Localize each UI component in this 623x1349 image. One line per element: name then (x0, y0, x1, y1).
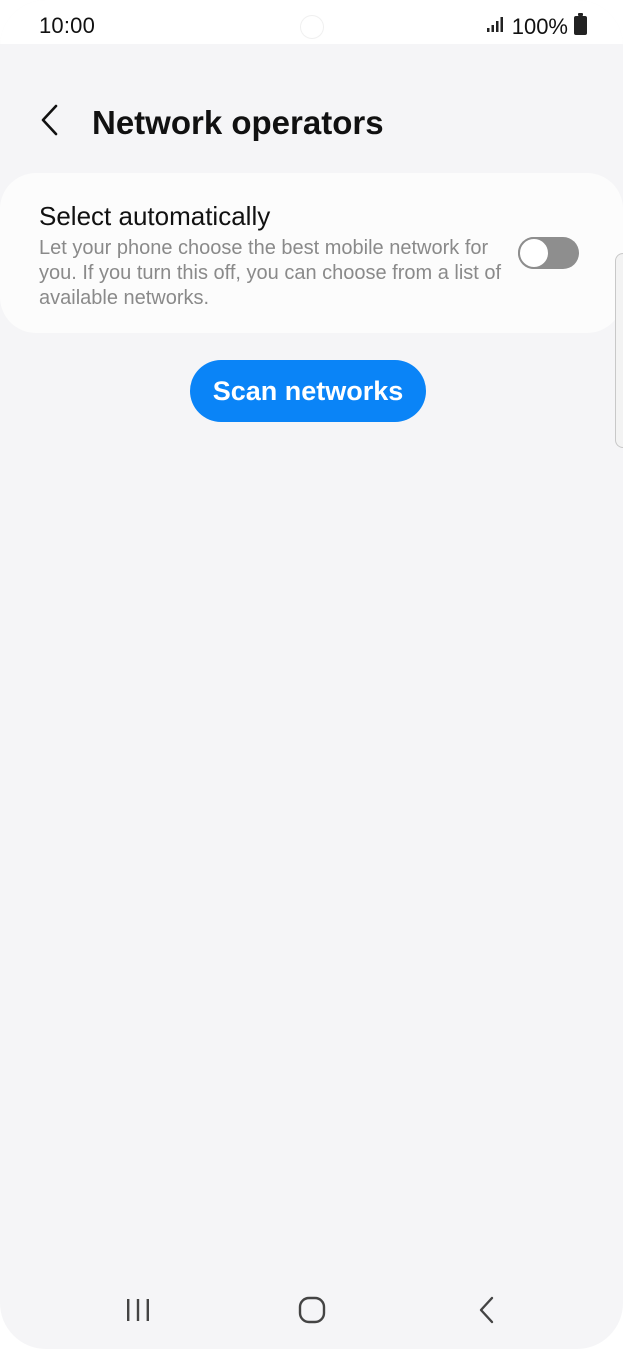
select-automatically-card[interactable]: Select automatically Let your phone choo… (0, 173, 623, 333)
front-camera (301, 16, 323, 38)
page-title: Network operators (92, 104, 384, 141)
select-automatically-toggle[interactable] (518, 237, 579, 269)
select-automatically-description: Let your phone choose the best mobile ne… (39, 237, 502, 309)
home-button[interactable] (290, 1290, 334, 1334)
back-button[interactable] (28, 100, 72, 144)
recent-apps-icon (123, 1297, 153, 1328)
battery-icon (574, 13, 587, 40)
status-time: 10:00 (39, 13, 96, 38)
edge-panel-handle[interactable] (615, 253, 623, 448)
battery-percentage: 100% (511, 13, 568, 39)
header: Network operators (0, 90, 623, 154)
nav-back-button[interactable] (465, 1290, 509, 1334)
scan-networks-button[interactable]: Scan networks (190, 360, 426, 422)
navigation-bar (0, 1280, 623, 1342)
signal-bars-icon (486, 15, 506, 38)
phone-screen: 10:00 100% Network operators Select auto… (0, 0, 623, 1349)
back-icon (477, 1295, 497, 1330)
recent-apps-button[interactable] (116, 1290, 160, 1334)
home-icon (297, 1295, 327, 1330)
toggle-knob (518, 237, 550, 269)
chevron-left-icon (38, 103, 62, 142)
status-indicators: 100% (486, 13, 587, 40)
status-bar: 10:00 100% (0, 0, 623, 44)
select-automatically-title: Select automatically (39, 201, 271, 231)
